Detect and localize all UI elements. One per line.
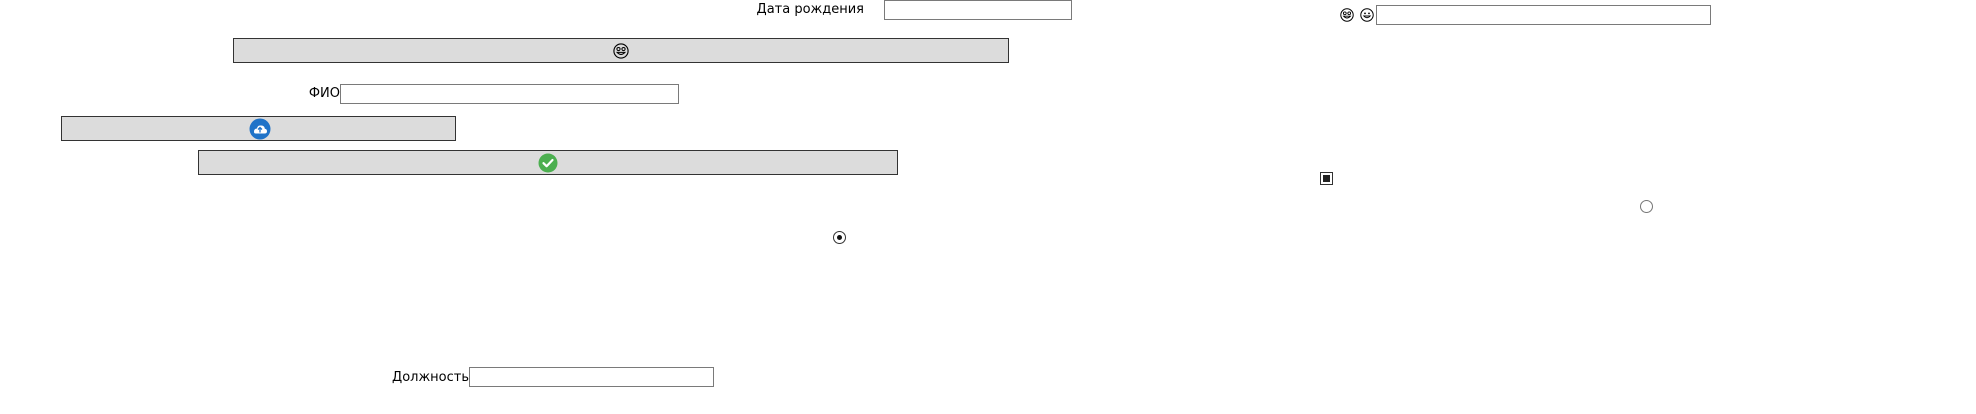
checkbox-mark xyxy=(1323,175,1330,182)
position-label: Должность xyxy=(392,370,469,385)
radio-dot xyxy=(837,235,842,240)
check-circle-icon xyxy=(538,153,558,173)
emoji-button[interactable] xyxy=(233,38,1009,63)
radio-button-checked[interactable] xyxy=(833,231,846,244)
radio-button-unchecked[interactable] xyxy=(1640,200,1653,213)
check-button[interactable] xyxy=(198,150,898,175)
fio-input[interactable] xyxy=(340,84,679,104)
right-text-input[interactable] xyxy=(1376,5,1711,25)
grinning-face-icon xyxy=(613,42,629,59)
smiling-face-icon xyxy=(1360,8,1374,22)
birthdate-input[interactable] xyxy=(884,0,1072,20)
fio-label: ФИО xyxy=(308,86,340,101)
checkbox[interactable] xyxy=(1320,172,1333,185)
grinning-face-icon xyxy=(1340,8,1354,22)
position-input[interactable] xyxy=(469,367,714,387)
cloud-upload-icon xyxy=(249,118,271,140)
birthdate-label: Дата рождения xyxy=(756,2,864,17)
cloud-button[interactable] xyxy=(61,116,456,141)
